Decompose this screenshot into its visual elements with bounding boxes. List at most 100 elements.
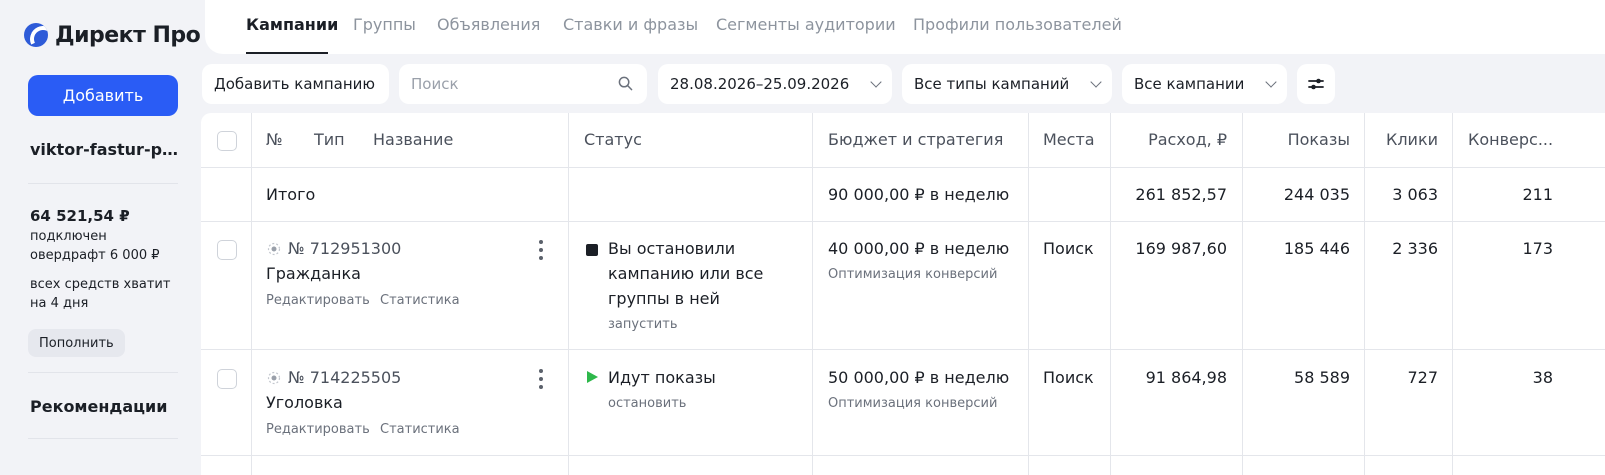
campaign-types-value: Все типы кампаний (914, 75, 1070, 93)
add-button[interactable]: Добавить (28, 75, 178, 116)
campaign-status: Идут показы (608, 368, 716, 387)
stop-campaign-link[interactable]: остановить (608, 396, 686, 411)
campaign-places: Поиск (1043, 239, 1094, 258)
active-tab-indicator (246, 52, 328, 54)
divider (1110, 113, 1111, 475)
campaign-name[interactable]: Гражданка (266, 264, 361, 283)
more-vertical-icon[interactable] (539, 369, 543, 389)
campaign-conversions: 173 (1522, 239, 1553, 258)
header-num[interactable]: № (266, 130, 283, 149)
edit-link[interactable]: Редактировать (266, 293, 370, 308)
campaign-spend: 169 987,60 (1135, 239, 1227, 258)
divider (201, 455, 1605, 456)
search-campaign-type-icon (267, 371, 281, 385)
campaign-conversions: 38 (1532, 368, 1553, 387)
chevron-down-icon (1090, 76, 1102, 88)
header-impressions[interactable]: Показы (1243, 130, 1350, 149)
total-budget: 90 000,00 ₽ в неделю (828, 185, 1010, 204)
running-status-icon (587, 371, 598, 383)
sliders-icon (1308, 78, 1324, 90)
add-campaign-button[interactable]: Добавить кампанию (202, 64, 389, 104)
divider (201, 221, 1605, 222)
header-type[interactable]: Тип (314, 130, 345, 149)
refill-button[interactable]: Пополнить (28, 329, 125, 357)
divider (201, 167, 1605, 168)
logo[interactable]: Директ Про (24, 21, 201, 49)
campaigns-table: № Тип Название Статус Бюджет и стратегия… (201, 113, 1605, 475)
campaign-impressions: 185 446 (1283, 239, 1350, 258)
stats-link[interactable]: Статистика (380, 422, 460, 437)
account-name[interactable]: viktor-fastur-pr... (30, 140, 180, 159)
total-impressions: 244 035 (1283, 185, 1350, 204)
edit-link[interactable]: Редактировать (266, 422, 370, 437)
campaign-name[interactable]: Уголовка (266, 393, 343, 412)
campaign-id: № 714225505 (288, 368, 402, 387)
total-label: Итого (266, 185, 316, 204)
chevron-down-icon (1265, 76, 1277, 88)
add-campaign-label: Добавить кампанию (214, 75, 376, 93)
tab-groups[interactable]: Группы (353, 15, 416, 34)
divider (28, 183, 178, 184)
divider (568, 113, 569, 475)
campaign-clicks: 2 336 (1392, 239, 1438, 258)
campaigns-filter-select[interactable]: Все кампании (1122, 64, 1287, 104)
campaign-impressions: 58 589 (1294, 368, 1350, 387)
start-campaign-link[interactable]: запустить (608, 317, 677, 332)
campaign-budget[interactable]: 50 000,00 ₽ в неделю (828, 368, 1009, 387)
campaign-strategy: Оптимизация конверсий (828, 396, 998, 411)
divider (28, 372, 178, 373)
search-icon[interactable] (618, 76, 633, 91)
header-clicks[interactable]: Клики (1365, 130, 1438, 149)
more-vertical-icon[interactable] (539, 240, 543, 260)
yandex-logo-icon (24, 23, 48, 47)
header-spend[interactable]: Расход, ₽ (1111, 130, 1227, 149)
date-range-select[interactable]: 28.08.2026–25.09.2026 (658, 64, 892, 104)
chevron-down-icon (870, 76, 882, 88)
campaign-places: Поиск (1043, 368, 1094, 387)
campaign-budget[interactable]: 40 000,00 ₽ в неделю (828, 239, 1009, 258)
stopped-status-icon (586, 244, 598, 256)
campaigns-filter-value: Все кампании (1134, 75, 1245, 93)
campaign-strategy: Оптимизация конверсий (828, 267, 998, 282)
tab-audience-segments[interactable]: Сегменты аудитории (716, 15, 896, 34)
divider (28, 438, 178, 439)
campaign-clicks: 727 (1407, 368, 1438, 387)
settings-filter-button[interactable] (1297, 64, 1335, 104)
header-budget[interactable]: Бюджет и стратегия (828, 130, 1003, 149)
campaign-status: Вы остановили кампанию или все группы в … (608, 239, 764, 308)
divider (1452, 113, 1453, 475)
tab-bids-phrases[interactable]: Ставки и фразы (563, 15, 698, 34)
tab-user-profiles[interactable]: Профили пользователей (913, 15, 1122, 34)
row-checkbox[interactable] (217, 240, 237, 260)
total-spend: 261 852,57 (1135, 185, 1227, 204)
divider (812, 113, 813, 475)
divider (251, 113, 252, 475)
header-conversions[interactable]: Конверс... (1468, 130, 1593, 149)
divider (1242, 113, 1243, 475)
header-places[interactable]: Места (1043, 130, 1095, 149)
tab-ads[interactable]: Объявления (437, 15, 540, 34)
campaign-spend: 91 864,98 (1145, 368, 1227, 387)
total-clicks: 3 063 (1392, 185, 1438, 204)
tab-campaigns[interactable]: Кампании (246, 15, 338, 34)
funds-note: всех средств хватит на 4 дня (30, 277, 171, 311)
search-placeholder: Поиск (411, 75, 459, 93)
header-status[interactable]: Статус (584, 130, 642, 149)
sidebar: Директ Про Добавить viktor-fastur-pr... … (0, 0, 205, 475)
overdraft-note: подключен овердрафт 6 000 ₽ (30, 229, 160, 263)
divider (1028, 113, 1029, 475)
logo-text: Директ Про (55, 22, 201, 48)
recommendations-link[interactable]: Рекомендации (30, 397, 167, 416)
balance: 64 521,54 ₽ (30, 207, 130, 225)
search-input[interactable]: Поиск (399, 64, 647, 104)
select-all-checkbox[interactable] (217, 131, 237, 151)
date-range-value: 28.08.2026–25.09.2026 (670, 75, 850, 93)
total-conversions: 211 (1522, 185, 1553, 204)
divider (201, 349, 1605, 350)
search-campaign-type-icon (267, 242, 281, 256)
divider (1364, 113, 1365, 475)
stats-link[interactable]: Статистика (380, 293, 460, 308)
header-name[interactable]: Название (373, 130, 453, 149)
row-checkbox[interactable] (217, 369, 237, 389)
campaign-types-select[interactable]: Все типы кампаний (902, 64, 1112, 104)
